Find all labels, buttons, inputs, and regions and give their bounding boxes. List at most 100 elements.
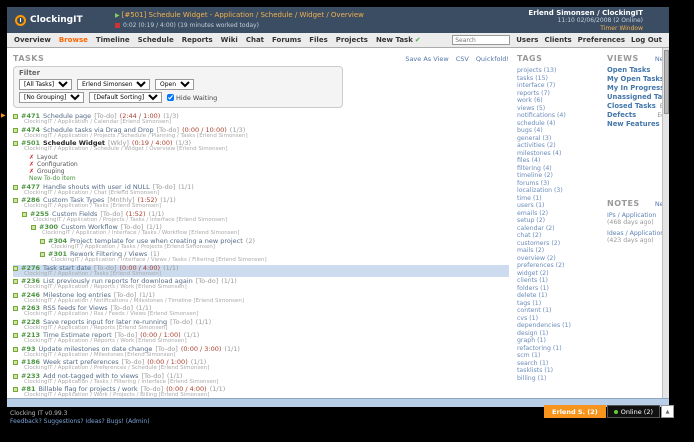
task-edit-icon[interactable]: [13, 319, 18, 325]
tag-link[interactable]: projects (13): [517, 67, 601, 75]
task-row[interactable]: #300 Custom Workflow [To-do] (1/1) Clock…: [31, 224, 509, 237]
task-edit-icon[interactable]: [13, 346, 18, 352]
delete-x-icon[interactable]: ✗: [29, 154, 34, 161]
tag-link[interactable]: interface (7): [517, 82, 601, 90]
tag-link[interactable]: billing (1): [517, 375, 601, 383]
nav-item[interactable]: Files: [309, 36, 328, 44]
task-row[interactable]: #477 Handle shouts with user_id NULL [To…: [13, 183, 509, 197]
tag-link[interactable]: refactoring (1): [517, 345, 601, 353]
vertical-scrollbar[interactable]: [662, 48, 669, 398]
stop-timer-icon[interactable]: [115, 23, 120, 28]
tasks-action-link[interactable]: Save As View: [405, 55, 448, 63]
tag-link[interactable]: overview (2): [517, 255, 601, 263]
tag-link[interactable]: forums (3): [517, 180, 601, 188]
tag-link[interactable]: cvs (1): [517, 315, 601, 323]
task-row[interactable]: #213 Time Estimate report [To-do] (0:00 …: [13, 332, 509, 345]
tag-link[interactable]: activities (2): [517, 142, 601, 150]
hide-waiting-checkbox[interactable]: [167, 94, 174, 101]
nav-item[interactable]: New Task ✔: [376, 36, 421, 44]
nav-item[interactable]: Forums: [272, 36, 301, 44]
tag-link[interactable]: chat (2): [517, 232, 601, 240]
task-row[interactable]: #301 Rework Filtering / Views (1) Clocki…: [40, 251, 509, 264]
tasks-action-link[interactable]: CSV: [456, 55, 469, 63]
new-note-link[interactable]: New: [655, 200, 662, 208]
tag-link[interactable]: clients (1): [517, 277, 601, 285]
tag-link[interactable]: mails (2): [517, 247, 601, 255]
delete-x-icon[interactable]: ✗: [29, 161, 34, 168]
tag-link[interactable]: bugs (4): [517, 127, 601, 135]
task-edit-icon[interactable]: [13, 387, 18, 392]
tag-link[interactable]: filtering (4): [517, 165, 601, 173]
filter-select[interactable]: Open: [155, 79, 194, 90]
online-badge[interactable]: Online (2): [606, 405, 660, 418]
nav-item[interactable]: Chat: [246, 36, 264, 44]
view-link[interactable]: Closed TasksEdit: [607, 102, 662, 111]
tag-link[interactable]: work (6): [517, 97, 601, 105]
nav-item[interactable]: Reports: [182, 36, 213, 44]
nav-item[interactable]: Timeline: [96, 36, 130, 44]
view-edit-link[interactable]: Edit: [653, 111, 662, 120]
todo-item[interactable]: ✗ Configuration: [29, 161, 509, 168]
task-row[interactable]: #233 Add not-tagged with to views [To-do…: [13, 372, 509, 386]
app-logo[interactable]: ClockingIT: [7, 7, 115, 33]
tag-link[interactable]: notifications (4): [517, 112, 601, 120]
todo-item[interactable]: ✗ Layout: [29, 154, 509, 161]
tag-link[interactable]: setup (2): [517, 217, 601, 225]
scrollbar-thumb[interactable]: [664, 50, 669, 114]
filter-select[interactable]: [Default Sorting]: [89, 92, 162, 103]
tag-link[interactable]: scm (1): [517, 352, 601, 360]
view-link[interactable]: My Open Tasks: [607, 75, 662, 84]
filter-select[interactable]: Erlend Simonsen: [77, 79, 150, 90]
nav-item[interactable]: Wiki: [221, 36, 238, 44]
nav-item[interactable]: Projects: [336, 36, 368, 44]
task-edit-icon[interactable]: [13, 141, 18, 146]
tag-link[interactable]: folders (1): [517, 285, 601, 293]
tasks-action-link[interactable]: Quickfold!: [476, 55, 509, 63]
tag-link[interactable]: tasks (15): [517, 75, 601, 83]
feedback-link[interactable]: Feedback? Suggestions? Ideas? Bugs! (Adm…: [10, 418, 150, 425]
nav-right-item[interactable]: Users: [516, 36, 538, 44]
tag-link[interactable]: timeline (2): [517, 172, 601, 180]
tag-link[interactable]: delete (1): [517, 292, 601, 300]
view-link[interactable]: DefectsEdit: [607, 111, 662, 120]
task-edit-icon[interactable]: [40, 238, 45, 244]
tag-link[interactable]: tasklists (1): [517, 367, 601, 375]
tag-link[interactable]: customers (2): [517, 240, 601, 248]
task-row[interactable]: #286 Custom Task Types [Mnthly] (1:52) (…: [13, 197, 509, 210]
task-edit-icon[interactable]: [13, 360, 18, 365]
tag-link[interactable]: search (1): [517, 360, 601, 368]
tag-link[interactable]: reports (7): [517, 90, 601, 98]
note-link[interactable]: IPs / Application (468 days ago): [607, 212, 662, 226]
view-link[interactable]: Unassigned Tasks: [607, 93, 662, 102]
view-link[interactable]: My In Progress Tasks: [607, 84, 662, 93]
tag-link[interactable]: time (1): [517, 195, 601, 203]
task-row[interactable]: #255 Custom Fields [To-do] (1:52) (1/1) …: [22, 210, 509, 224]
task-edit-icon[interactable]: [13, 333, 18, 338]
task-row[interactable]: #276 Task start date [To-do] (0:00 / 4:0…: [13, 264, 509, 277]
tag-link[interactable]: schedule (4): [517, 120, 601, 128]
todo-item[interactable]: ✗ Grouping: [29, 168, 509, 175]
tag-link[interactable]: milestones (4): [517, 150, 601, 158]
nav-right-item[interactable]: Clients: [544, 36, 571, 44]
task-row[interactable]: #228 Save reports input for later re-run…: [13, 318, 509, 332]
new-todo-link[interactable]: New To-do Item: [29, 175, 509, 183]
task-edit-icon[interactable]: [13, 306, 18, 311]
task-row[interactable]: #186 Week start preferences [To-do] (0:0…: [13, 359, 509, 372]
view-link[interactable]: Open Tasks: [607, 66, 662, 75]
task-edit-icon[interactable]: [13, 127, 18, 133]
tag-link[interactable]: views (5): [517, 105, 601, 113]
task-row[interactable]: #474 Schedule tasks via Drag and Drop [T…: [13, 126, 509, 140]
task-row[interactable]: #81 Billable flag for projects / work [T…: [13, 386, 509, 398]
tag-link[interactable]: users (1): [517, 202, 601, 210]
task-row[interactable]: #263 RSS feeds for Views [To-do] (1/1) C…: [13, 305, 509, 318]
delete-x-icon[interactable]: ✗: [29, 168, 34, 175]
task-row[interactable]: #93 Update milestones on date change [To…: [13, 345, 509, 359]
nav-item[interactable]: Browse: [59, 36, 88, 44]
task-edit-icon[interactable]: [13, 265, 18, 271]
timer-window-link[interactable]: Timer Window: [600, 25, 643, 32]
task-row[interactable]: #471 Schedule page [To-do] (2:44 / 1:00)…: [13, 113, 509, 126]
active-task-link[interactable]: [#501] Schedule Widget - Application / S…: [122, 11, 364, 19]
tag-link[interactable]: widget (2): [517, 270, 601, 278]
nav-item[interactable]: Schedule: [138, 36, 174, 44]
task-edit-icon[interactable]: [13, 184, 18, 190]
